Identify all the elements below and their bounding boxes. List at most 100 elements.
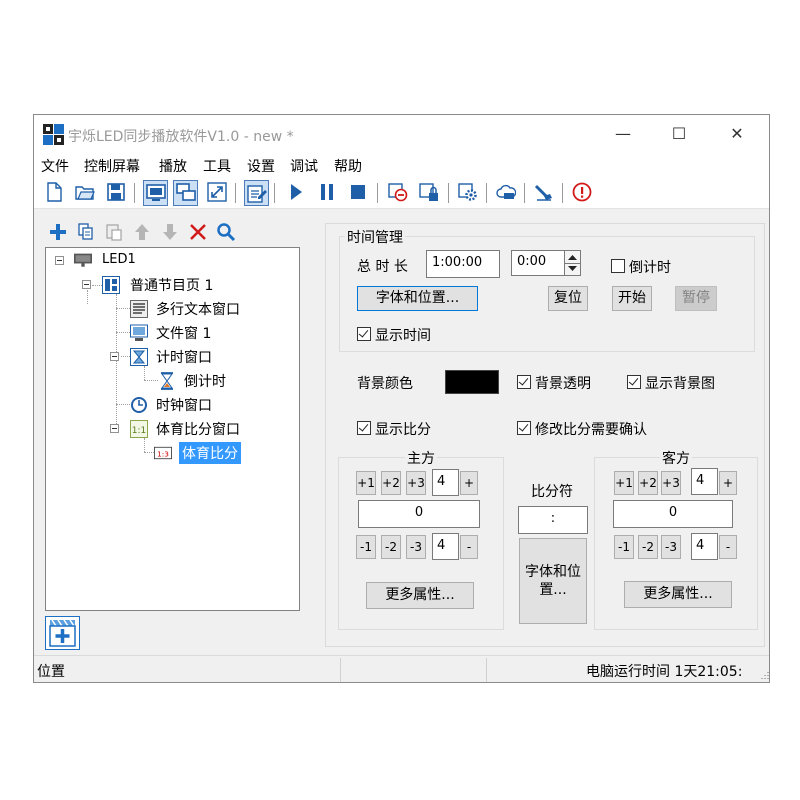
away-score-input[interactable]: 0 <box>613 500 733 528</box>
countdown-icon <box>161 372 173 390</box>
start-button[interactable]: 开始 <box>612 286 652 311</box>
open-folder-icon[interactable] <box>73 180 98 206</box>
home-score-input[interactable]: 0 <box>358 500 480 528</box>
tree-item-timer[interactable]: 计时窗口 <box>156 347 212 367</box>
menu-settings[interactable]: 设置 <box>247 156 275 176</box>
show-score-checkbox[interactable] <box>357 421 371 435</box>
home-minus-1-button[interactable]: -1 <box>356 535 376 559</box>
collapse-toggle[interactable] <box>110 424 119 433</box>
pause-icon[interactable] <box>315 180 340 206</box>
home-plus-1-button[interactable]: +1 <box>356 471 376 495</box>
home-plus-3-button[interactable]: +3 <box>406 471 426 495</box>
cloud-icon[interactable] <box>494 180 519 206</box>
fullscreen-icon[interactable] <box>205 180 230 206</box>
collapse-toggle[interactable] <box>82 280 91 289</box>
screen-icon[interactable] <box>143 180 168 206</box>
copy-icon[interactable] <box>75 221 97 243</box>
reset-button[interactable]: 复位 <box>548 286 588 311</box>
tree-connector <box>144 366 145 380</box>
multi-screen-icon[interactable] <box>173 180 198 206</box>
home-minus-step-input[interactable]: 4 <box>432 533 459 560</box>
away-plus-button[interactable]: + <box>719 471 737 495</box>
up-arrow-icon[interactable] <box>131 221 153 243</box>
save-icon[interactable] <box>104 180 129 206</box>
add-program-button[interactable] <box>45 616 80 650</box>
home-plus-button[interactable]: + <box>460 471 478 495</box>
home-plus-2-button[interactable]: +2 <box>381 471 401 495</box>
away-minus-1-button[interactable]: -1 <box>614 535 634 559</box>
program-tree[interactable]: LED1 普通节目页 1 多行文本窗口 文件窗 1 计时窗口 倒计时 时钟窗口 … <box>45 247 300 611</box>
edit-icon[interactable] <box>244 180 269 206</box>
score-item-icon: 1:3 <box>154 446 172 460</box>
tree-connector <box>116 404 130 405</box>
cancel-icon[interactable] <box>386 180 411 206</box>
close-button[interactable]: ✕ <box>714 115 760 153</box>
home-plus-step-input[interactable]: 4 <box>432 469 459 496</box>
collapse-toggle[interactable] <box>110 352 119 361</box>
broadcast-icon[interactable] <box>532 180 557 206</box>
show-background-image-checkbox[interactable] <box>627 375 641 389</box>
toolbar-separator <box>486 183 487 203</box>
menu-tools[interactable]: 工具 <box>203 156 231 176</box>
score-separator-input[interactable]: : <box>518 506 588 534</box>
tree-item-sports-score[interactable]: 体育比分 <box>179 442 241 464</box>
tree-item-multitext[interactable]: 多行文本窗口 <box>156 299 240 319</box>
maximize-button[interactable]: ☐ <box>656 115 702 153</box>
away-minus-step-input[interactable]: 4 <box>691 533 718 560</box>
new-file-icon[interactable] <box>42 180 67 206</box>
tree-item-led1[interactable]: LED1 <box>102 252 136 267</box>
away-plus-2-button[interactable]: +2 <box>638 471 658 495</box>
menu-debug[interactable]: 调试 <box>290 156 318 176</box>
home-minus-3-button[interactable]: -3 <box>406 535 426 559</box>
away-plus-1-button[interactable]: +1 <box>614 471 634 495</box>
separator-font-position-button[interactable]: 字体和位置... <box>519 538 587 624</box>
tree-item-clock[interactable]: 时钟窗口 <box>156 395 212 415</box>
settings-icon[interactable] <box>456 180 481 206</box>
home-minus-button[interactable]: - <box>460 535 478 559</box>
spin-down-icon[interactable] <box>568 266 577 272</box>
tree-item-countdown[interactable]: 倒计时 <box>184 371 226 391</box>
away-minus-button[interactable]: - <box>719 535 737 559</box>
delete-icon[interactable] <box>187 221 209 243</box>
away-minus-3-button[interactable]: -3 <box>661 535 681 559</box>
status-separator <box>340 658 341 682</box>
search-icon[interactable] <box>215 221 237 243</box>
collapse-toggle[interactable] <box>55 256 64 265</box>
tree-item-page[interactable]: 普通节目页 1 <box>130 275 213 295</box>
menu-control-screen[interactable]: 控制屏幕 <box>84 156 140 176</box>
duration-input[interactable]: 1:00:00 <box>426 250 500 278</box>
time-spinner[interactable] <box>564 250 581 276</box>
tree-item-sports[interactable]: 体育比分窗口 <box>156 419 240 439</box>
tree-connector <box>144 438 145 452</box>
minimize-button[interactable]: — <box>600 115 646 153</box>
font-position-button[interactable]: 字体和位置... <box>357 286 478 311</box>
background-color-swatch[interactable] <box>445 370 499 394</box>
spin-up-icon[interactable] <box>568 254 577 260</box>
tree-item-file[interactable]: 文件窗 1 <box>156 323 211 343</box>
lock-icon[interactable] <box>417 180 442 206</box>
down-arrow-icon[interactable] <box>159 221 181 243</box>
time-spinbox[interactable]: 0:00 <box>511 250 565 276</box>
away-plus-step-input[interactable]: 4 <box>691 468 718 495</box>
menu-play[interactable]: 播放 <box>159 156 187 176</box>
stop-icon[interactable] <box>346 180 371 206</box>
play-icon[interactable] <box>284 180 309 206</box>
show-time-checkbox[interactable] <box>357 327 371 341</box>
confirm-score-change-checkbox[interactable] <box>517 421 531 435</box>
info-icon[interactable] <box>570 180 595 206</box>
menu-help[interactable]: 帮助 <box>334 156 362 176</box>
pause-button[interactable]: 暂停 <box>675 286 717 311</box>
home-more-properties-button[interactable]: 更多属性... <box>366 582 474 609</box>
menu-file[interactable]: 文件 <box>41 156 69 176</box>
resize-grip-icon[interactable] <box>759 671 769 681</box>
away-more-properties-button[interactable]: 更多属性... <box>624 581 732 608</box>
home-minus-2-button[interactable]: -2 <box>381 535 401 559</box>
countdown-checkbox[interactable] <box>611 259 625 273</box>
away-minus-2-button[interactable]: -2 <box>638 535 658 559</box>
tree-connector <box>116 308 130 309</box>
tree-connector <box>116 332 130 333</box>
paste-icon[interactable] <box>103 221 125 243</box>
background-transparent-checkbox[interactable] <box>517 375 531 389</box>
away-plus-3-button[interactable]: +3 <box>661 471 681 495</box>
add-icon[interactable] <box>47 221 69 243</box>
